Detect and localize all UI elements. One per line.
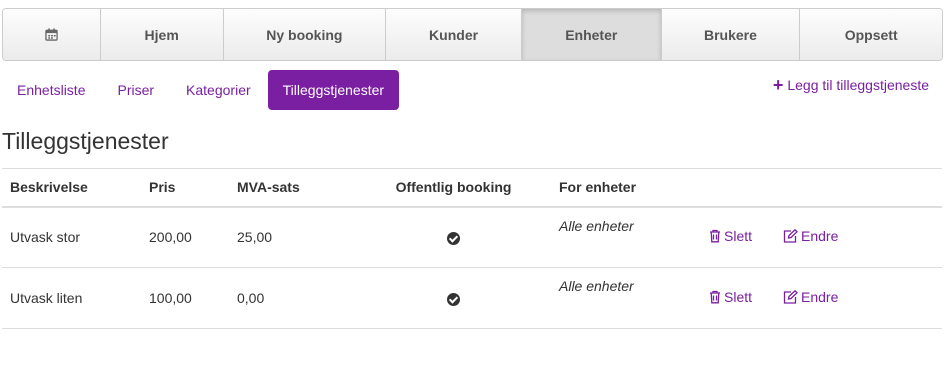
- nav-kunder[interactable]: Kunder: [386, 9, 522, 60]
- check-circle-icon: [447, 232, 460, 246]
- nav-oppsett[interactable]: Oppsett: [800, 9, 942, 60]
- col-for-enheter: For enheter: [551, 168, 701, 208]
- cell-public: [356, 206, 551, 268]
- nav-hjem[interactable]: Hjem: [100, 9, 224, 60]
- tab-tilleggstjenester[interactable]: Tilleggstjenester: [267, 70, 400, 110]
- nav-enheter[interactable]: Enheter: [521, 9, 662, 60]
- cell-delete: Slett: [701, 206, 775, 268]
- calendar-icon: [45, 28, 58, 41]
- col-beskrivelse: Beskrivelse: [2, 168, 141, 208]
- nav-brukere[interactable]: Brukere: [661, 9, 801, 60]
- edit-icon: [783, 229, 798, 243]
- add-service-label: Legg til tilleggstjeneste: [787, 77, 929, 93]
- delete-button[interactable]: Slett: [709, 289, 752, 305]
- edit-icon: [783, 290, 798, 304]
- trash-icon: [710, 230, 720, 243]
- tab-kategorier[interactable]: Kategorier: [171, 70, 266, 110]
- cell-units: Alle enheter: [551, 267, 701, 329]
- delete-button[interactable]: Slett: [709, 228, 752, 244]
- cell-price: 200,00: [141, 206, 229, 268]
- edit-label: Endre: [801, 289, 839, 305]
- plus-icon: +: [772, 75, 784, 95]
- table-row: Utvask liten 100,00 0,00 Alle enheter Sl…: [2, 267, 942, 329]
- cell-price: 100,00: [141, 267, 229, 329]
- delete-label: Slett: [724, 228, 753, 245]
- cell-edit: Endre: [775, 206, 942, 268]
- cell-vat: 25,00: [229, 206, 356, 268]
- cell-vat: 0,00: [229, 267, 356, 329]
- col-delete: [701, 168, 775, 208]
- cell-units: Alle enheter: [551, 206, 701, 268]
- add-service-link[interactable]: + Legg til tilleggstjeneste: [772, 75, 929, 95]
- delete-label: Slett: [724, 289, 753, 305]
- table-header-row: Beskrivelse Pris MVA-sats Offentlig book…: [2, 168, 942, 208]
- col-mva: MVA-sats: [229, 168, 356, 208]
- trash-icon: [710, 290, 720, 304]
- cell-description: Utvask stor: [2, 206, 141, 268]
- table-row: Utvask stor 200,00 25,00 Alle enheter Sl…: [2, 206, 942, 268]
- cell-description: Utvask liten: [2, 267, 141, 329]
- col-offentlig-booking: Offentlig booking: [356, 168, 551, 208]
- page-title: Tilleggstjenester: [2, 128, 169, 154]
- check-circle-icon: [447, 292, 460, 306]
- cell-delete: Slett: [701, 267, 775, 329]
- nav-calendar-button[interactable]: [3, 9, 101, 60]
- cell-public: [356, 267, 551, 329]
- cell-edit: Endre: [775, 267, 942, 329]
- subtabs: Enhetsliste Priser Kategorier Tilleggstj…: [2, 70, 401, 110]
- tab-enhetsliste[interactable]: Enhetsliste: [2, 70, 100, 110]
- main-nav: Hjem Ny booking Kunder Enheter Brukere O…: [2, 8, 943, 61]
- col-pris: Pris: [141, 168, 229, 208]
- edit-button[interactable]: Endre: [783, 228, 838, 244]
- tab-priser[interactable]: Priser: [102, 70, 169, 110]
- edit-label: Endre: [801, 228, 839, 245]
- edit-button[interactable]: Endre: [783, 289, 838, 305]
- services-table: Beskrivelse Pris MVA-sats Offentlig book…: [2, 168, 942, 329]
- nav-ny-booking[interactable]: Ny booking: [223, 9, 387, 60]
- col-edit: [775, 168, 942, 208]
